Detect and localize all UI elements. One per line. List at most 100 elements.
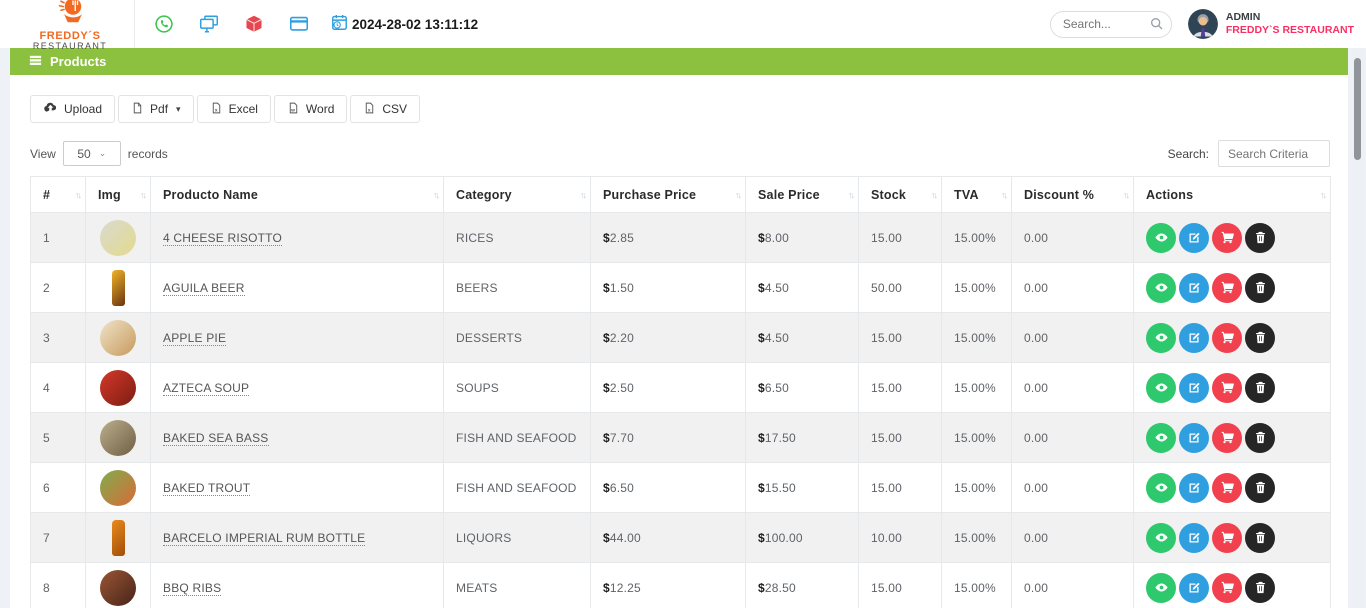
eye-icon — [1154, 233, 1168, 242]
excel-button[interactable]: x Excel — [196, 95, 271, 123]
col-header-category[interactable]: Category ↑↓ — [443, 176, 591, 213]
avatar[interactable] — [1187, 9, 1218, 39]
product-name-link[interactable]: APPLE PIE — [163, 330, 227, 346]
delete-button[interactable] — [1245, 422, 1275, 453]
col-header-stock[interactable]: Stock ↑↓ — [858, 176, 942, 213]
product-name-link[interactable]: AZTECA SOUP — [163, 380, 250, 396]
delete-button[interactable] — [1245, 372, 1275, 403]
cart-button[interactable] — [1212, 372, 1242, 403]
pdf-button[interactable]: Pdf ▾ — [118, 95, 194, 123]
sale-price-cell: $15.50 — [745, 462, 859, 513]
cart-button[interactable] — [1212, 572, 1242, 603]
page-size-select[interactable]: 50 ⌄ — [62, 141, 121, 166]
sale-price-cell: $6.50 — [745, 362, 859, 413]
edit-button[interactable] — [1179, 522, 1209, 553]
view-button[interactable] — [1146, 422, 1176, 453]
csv-button[interactable]: x CSV — [350, 95, 421, 123]
svg-text:x: x — [214, 108, 217, 113]
user-menu[interactable]: ADMIN FREDDY`S RESTAURANT — [1187, 9, 1366, 39]
product-name-link[interactable]: 4 CHEESE RISOTTO — [163, 230, 283, 246]
edit-button[interactable] — [1179, 222, 1209, 253]
top-header: FREDDY´S RESTAURANT 2024-28-02 13:11:12 — [0, 0, 1366, 51]
sea-bass-image[interactable] — [100, 419, 136, 456]
edit-button[interactable] — [1179, 272, 1209, 303]
monitors-icon[interactable] — [198, 13, 220, 35]
upload-button[interactable]: Upload — [30, 95, 116, 123]
table-header-row: # ↑↓ Img ↑↓ Producto Name ↑↓ Category ↑↓ Pur… — [30, 176, 1331, 213]
view-button[interactable] — [1146, 372, 1176, 403]
records-label: records — [127, 146, 168, 161]
edit-icon — [1189, 232, 1200, 243]
view-button[interactable] — [1146, 522, 1176, 553]
tva-cell: 15.00% — [941, 512, 1012, 563]
apple-pie-image[interactable] — [100, 319, 136, 356]
product-name-link[interactable]: BARCELO IMPERIAL RUM BOTTLE — [163, 530, 366, 546]
row-number: 6 — [30, 462, 86, 513]
product-name-link[interactable]: AGUILA BEER — [163, 280, 245, 296]
delete-button[interactable] — [1245, 222, 1275, 253]
delete-button[interactable] — [1245, 472, 1275, 503]
card-icon[interactable] — [288, 13, 310, 35]
view-button[interactable] — [1146, 222, 1176, 253]
bbq-ribs-image[interactable] — [100, 569, 136, 606]
delete-button[interactable] — [1245, 522, 1275, 553]
stock-cell: 15.00 — [858, 362, 942, 413]
col-header-sale-price[interactable]: Sale Price ↑↓ — [745, 176, 859, 213]
whatsapp-icon[interactable] — [153, 13, 175, 35]
brand-logo[interactable]: FREDDY´S RESTAURANT — [14, 0, 126, 52]
view-button[interactable] — [1146, 472, 1176, 503]
cube-icon[interactable] — [243, 13, 265, 35]
discount-cell: 0.00 — [1011, 262, 1134, 313]
stock-cell: 15.00 — [858, 412, 942, 463]
trout-image[interactable] — [100, 469, 136, 506]
col-header-product-name[interactable]: Producto Name ↑↓ — [150, 176, 444, 213]
col-header-img[interactable]: Img ↑↓ — [85, 176, 151, 213]
calendar-clock-icon — [330, 13, 349, 35]
view-button[interactable] — [1146, 572, 1176, 603]
purchase-price-cell: $12.25 — [590, 562, 746, 608]
word-button[interactable]: w Word — [273, 95, 348, 123]
risotto-image[interactable] — [100, 219, 136, 256]
word-file-icon: w — [287, 101, 300, 118]
azteca-soup-image[interactable] — [100, 369, 136, 406]
row-number: 1 — [30, 212, 86, 263]
purchase-price-cell: $1.50 — [590, 262, 746, 313]
col-header-tva[interactable]: TVA ↑↓ — [941, 176, 1012, 213]
edit-button[interactable] — [1179, 472, 1209, 503]
table-row: 4 AZTECA SOUP SOUPS $2.50 $6.50 15.00 15… — [30, 362, 1331, 413]
cart-button[interactable] — [1212, 522, 1242, 553]
col-header-actions[interactable]: Actions ↑↓ — [1133, 176, 1331, 213]
view-button[interactable] — [1146, 272, 1176, 303]
col-header-purchase-price[interactable]: Purchase Price ↑↓ — [590, 176, 746, 213]
cart-button[interactable] — [1212, 422, 1242, 453]
cart-button[interactable] — [1212, 272, 1242, 303]
cart-button[interactable] — [1212, 322, 1242, 353]
product-name-link[interactable]: BBQ RIBS — [163, 580, 222, 596]
edit-button[interactable] — [1179, 322, 1209, 353]
edit-button[interactable] — [1179, 572, 1209, 603]
delete-button[interactable] — [1245, 322, 1275, 353]
edit-button[interactable] — [1179, 422, 1209, 453]
edit-button[interactable] — [1179, 372, 1209, 403]
product-name-link[interactable]: BAKED TROUT — [163, 480, 251, 496]
cloud-upload-icon — [43, 100, 58, 118]
stock-cell: 15.00 — [858, 462, 942, 513]
purchase-price-cell: $2.85 — [590, 212, 746, 263]
cart-button[interactable] — [1212, 472, 1242, 503]
view-button[interactable] — [1146, 322, 1176, 353]
table-search-input[interactable] — [1218, 140, 1330, 167]
col-header-discount[interactable]: Discount % ↑↓ — [1011, 176, 1134, 213]
beer-bottle-image[interactable] — [111, 269, 125, 306]
actions-group — [1146, 572, 1322, 603]
cart-button[interactable] — [1212, 222, 1242, 253]
rum-bottle-image[interactable] — [111, 519, 125, 556]
delete-button[interactable] — [1245, 572, 1275, 603]
scrollbar-thumb[interactable] — [1354, 58, 1361, 160]
col-header-index[interactable]: # ↑↓ — [30, 176, 86, 213]
table-controls: View 50 ⌄ records Search: — [30, 140, 1330, 167]
product-name-link[interactable]: BAKED SEA BASS — [163, 430, 269, 446]
search-icon[interactable] — [1149, 16, 1165, 32]
vertical-scrollbar[interactable] — [1352, 48, 1364, 608]
delete-button[interactable] — [1245, 272, 1275, 303]
sale-price-cell: $17.50 — [745, 412, 859, 463]
